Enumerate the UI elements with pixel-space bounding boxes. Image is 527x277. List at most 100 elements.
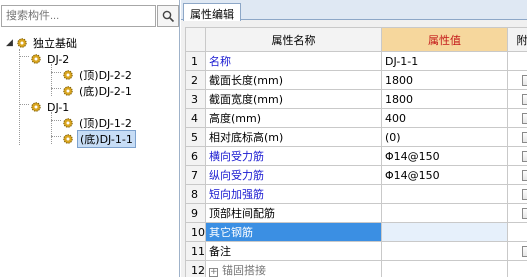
component-tree-panel: ◢ 独立基础 DJ-2 (顶)DJ-2-2 — [0, 0, 180, 277]
row-number: 7 — [185, 165, 206, 185]
property-value[interactable] — [381, 241, 508, 261]
tab-bar: 属性编辑 — [181, 0, 527, 21]
property-name: 名称 — [205, 51, 382, 71]
tree-item[interactable]: (顶)DJ-1-2 — [62, 115, 134, 131]
table-row[interactable]: 9 顶部柱间配筋 — [185, 203, 527, 223]
extra-cell — [507, 89, 527, 109]
extra-checkbox[interactable] — [522, 112, 527, 124]
tree-item-selected[interactable]: (底)DJ-1-1 — [62, 130, 136, 148]
extra-checkbox[interactable] — [522, 188, 527, 200]
search-icon — [162, 10, 174, 22]
item-gear-icon — [63, 70, 73, 80]
property-name: 顶部柱间配筋 — [205, 203, 382, 223]
extra-checkbox[interactable] — [522, 169, 527, 181]
extra-checkbox[interactable] — [522, 131, 527, 143]
extra-cell — [507, 241, 527, 261]
tree-item[interactable]: (顶)DJ-2-2 — [62, 67, 134, 83]
table-row[interactable]: 5 相对底标高(m) (0) — [185, 127, 527, 147]
extra-checkbox[interactable] — [522, 93, 527, 105]
row-number: 9 — [185, 203, 206, 223]
extra-header[interactable]: 附加 — [507, 27, 527, 52]
tree-root-label: 独立基础 — [33, 37, 77, 50]
extra-checkbox[interactable] — [522, 74, 527, 86]
group-gear-icon — [31, 54, 41, 64]
extra-cell — [507, 165, 527, 185]
tree-item-label: (顶)DJ-2-2 — [79, 69, 132, 82]
row-number: 10 — [185, 222, 206, 242]
search-button[interactable] — [157, 5, 179, 27]
extra-cell — [507, 184, 527, 204]
row-number: 3 — [185, 89, 206, 109]
property-name: 截面宽度(mm) — [205, 89, 382, 109]
table-row[interactable]: 3 截面宽度(mm) 1800 — [185, 89, 527, 109]
property-value[interactable]: Φ14@150 — [381, 146, 508, 166]
property-value[interactable]: (0) — [381, 127, 508, 147]
property-value[interactable]: 1800 — [381, 70, 508, 90]
tree-root-node[interactable]: ◢ 独立基础 — [6, 35, 79, 51]
extra-cell — [507, 260, 527, 277]
property-name-header[interactable]: 属性名称 — [205, 27, 382, 52]
table-row[interactable]: 2 截面长度(mm) 1800 — [185, 70, 527, 90]
extra-cell — [507, 108, 527, 128]
extra-cell — [507, 70, 527, 90]
table-row[interactable]: 12 + 锚固搭接 — [185, 260, 527, 277]
property-value[interactable]: Φ14@150 — [381, 165, 508, 185]
expand-arrow-icon[interactable]: ◢ — [6, 38, 16, 48]
table-row[interactable]: 4 高度(mm) 400 — [185, 108, 527, 128]
table-row[interactable]: 11 备注 — [185, 241, 527, 261]
extra-checkbox[interactable] — [522, 150, 527, 162]
row-number: 1 — [185, 51, 206, 71]
group-gear-icon — [31, 102, 41, 112]
row-number: 2 — [185, 70, 206, 90]
extra-cell — [507, 203, 527, 223]
property-name: 高度(mm) — [205, 108, 382, 128]
property-name: 横向受力筋 — [205, 146, 382, 166]
row-number: 6 — [185, 146, 206, 166]
tree-item-label: (底)DJ-2-1 — [79, 85, 132, 98]
property-value[interactable] — [381, 184, 508, 204]
property-name: 备注 — [205, 241, 382, 261]
property-value[interactable]: DJ-1-1 — [381, 51, 508, 71]
property-value[interactable]: 1800 — [381, 89, 508, 109]
item-gear-icon — [63, 86, 73, 96]
property-value[interactable]: 400 — [381, 108, 508, 128]
row-number-header — [185, 27, 206, 52]
extra-checkbox[interactable] — [522, 245, 527, 257]
tree-item[interactable]: (底)DJ-2-1 — [62, 83, 134, 99]
property-name: 锚固搭接 — [222, 264, 266, 277]
property-name: 纵向受力筋 — [205, 165, 382, 185]
table-row[interactable]: 1 名称 DJ-1-1 — [185, 51, 527, 71]
table-row[interactable]: 8 短向加强筋 — [185, 184, 527, 204]
extra-cell — [507, 222, 527, 242]
table-row-selected[interactable]: 10 其它钢筋 — [185, 222, 527, 242]
property-value[interactable] — [381, 222, 508, 242]
expand-plus-icon[interactable]: + — [209, 268, 218, 277]
property-panel: 属性编辑 属性名称 属性值 附加 1 名称 DJ-1-1 2 截面长度(mm) … — [181, 0, 527, 277]
property-name-group[interactable]: + 锚固搭接 — [205, 260, 382, 277]
grid-header-row: 属性名称 属性值 附加 — [185, 27, 527, 52]
property-name: 其它钢筋 — [205, 222, 382, 242]
tree-group-dj-1[interactable]: DJ-1 — [30, 99, 71, 115]
tree-item-label: (底)DJ-1-1 — [77, 130, 136, 148]
item-gear-icon — [63, 118, 73, 128]
extra-cell — [507, 127, 527, 147]
tree-group-label: DJ-1 — [47, 100, 70, 114]
extra-checkbox[interactable] — [522, 207, 527, 219]
foundation-gear-icon — [17, 38, 27, 48]
item-gear-icon — [63, 134, 73, 144]
property-name: 相对底标高(m) — [205, 127, 382, 147]
search-input[interactable] — [1, 5, 156, 27]
property-value[interactable] — [381, 260, 508, 277]
property-value-header[interactable]: 属性值 — [381, 27, 508, 52]
table-row[interactable]: 6 横向受力筋 Φ14@150 — [185, 146, 527, 166]
property-value[interactable] — [381, 203, 508, 223]
row-number: 8 — [185, 184, 206, 204]
row-number: 4 — [185, 108, 206, 128]
tree-item-label: (顶)DJ-1-2 — [79, 117, 132, 130]
row-number: 11 — [185, 241, 206, 261]
table-row[interactable]: 7 纵向受力筋 Φ14@150 — [185, 165, 527, 185]
row-number: 5 — [185, 127, 206, 147]
property-grid: 属性名称 属性值 附加 1 名称 DJ-1-1 2 截面长度(mm) 1800 … — [185, 27, 527, 277]
tree-group-dj-2[interactable]: DJ-2 — [30, 51, 71, 67]
tab-property-edit[interactable]: 属性编辑 — [183, 3, 241, 21]
